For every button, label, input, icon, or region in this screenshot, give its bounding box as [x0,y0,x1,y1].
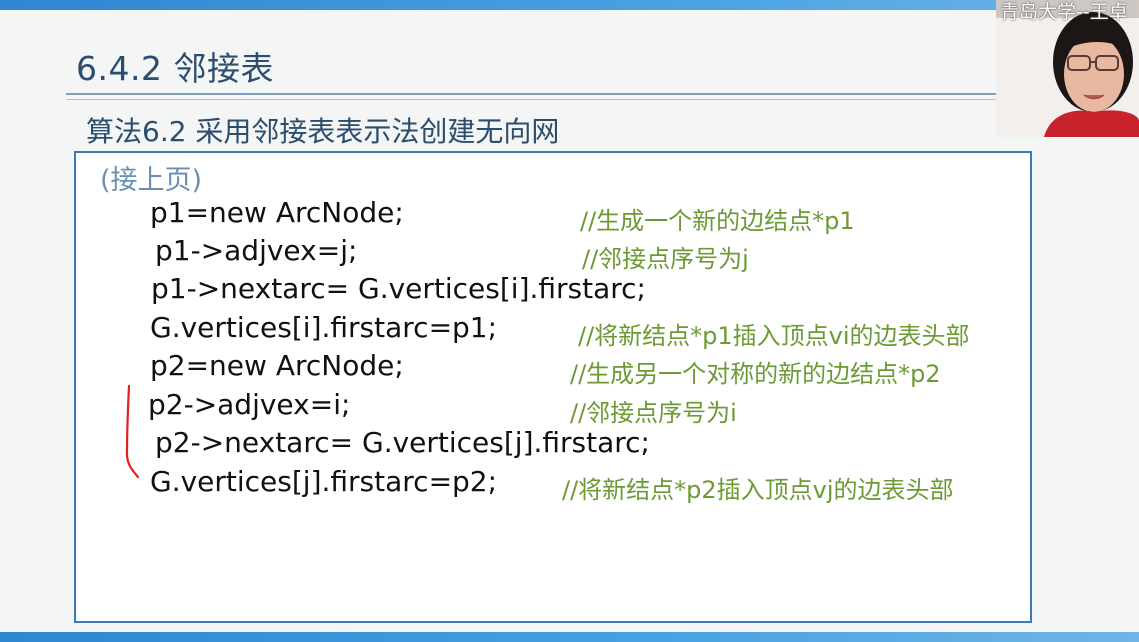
code-comment-8: //将新结点*p2插入顶点vj的边表头部 [562,476,954,504]
code-comment-1: //生成一个新的边结点*p1 [580,207,855,235]
bottom-accent-bar [0,632,1139,642]
top-accent-bar [0,0,1139,10]
code-line-1: p1=new ArcNode; [150,196,404,229]
title-divider-thin [66,99,996,100]
title-divider [66,93,996,95]
code-line-8: G.vertices[j].firstarc=p2; [150,465,498,498]
code-line-5: p2=new ArcNode; [150,349,404,382]
presenter-webcam: 青岛大学--王卓 [996,0,1139,137]
code-comment-4: //将新结点*p1插入顶点vi的边表头部 [578,322,970,350]
handwritten-bracket-annotation [125,384,140,479]
code-line-3: p1->nextarc= G.vertices[i].firstarc; [151,272,646,305]
code-comment-6: //邻接点序号为i [570,399,737,427]
code-line-7: p2->nextarc= G.vertices[j].firstarc; [155,426,650,459]
code-comment-5: //生成另一个对称的新的边结点*p2 [570,360,941,388]
slide-canvas: 6.4.2 邻接表 算法6.2 采用邻接表表示法创建无向网 (接上页) p1=n… [0,0,1139,642]
slide-title: 6.4.2 邻接表 [76,49,274,88]
algorithm-subtitle: 算法6.2 采用邻接表表示法创建无向网 [86,115,560,148]
code-line-4: G.vertices[i].firstarc=p1; [150,311,498,344]
code-line-2: p1->adjvex=j; [155,234,358,267]
continued-label: (接上页) [100,165,203,196]
code-comment-2: //邻接点序号为j [582,245,749,273]
webcam-watermark: 青岛大学--王卓 [1000,1,1128,23]
code-line-6: p2->adjvex=i; [148,388,351,421]
